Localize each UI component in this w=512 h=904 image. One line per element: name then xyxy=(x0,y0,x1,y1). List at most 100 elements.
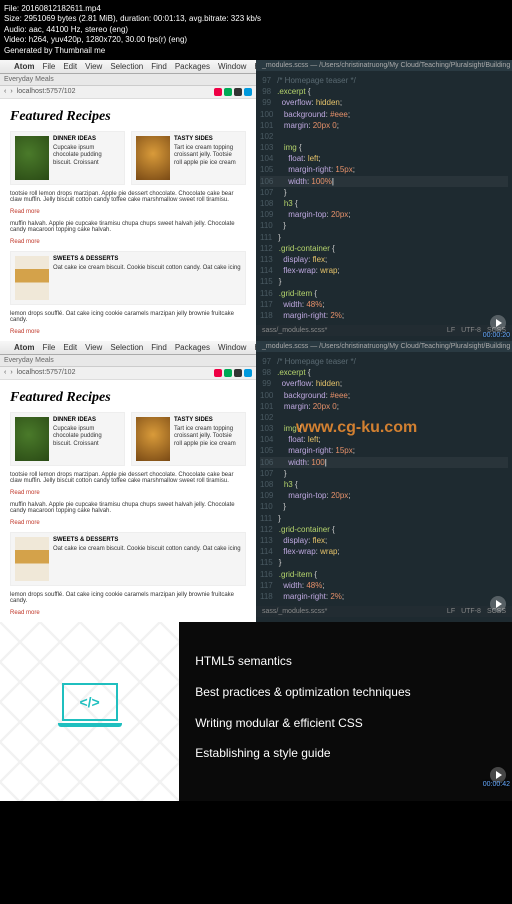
timestamp-overlay: 00:00:42 xyxy=(483,778,510,791)
screenshot-1: Atom File Edit View Selection Find Packa… xyxy=(0,60,512,341)
app-name[interactable]: Atom xyxy=(14,343,34,352)
menu-item[interactable]: Find xyxy=(151,62,167,71)
page-title: Featured Recipes xyxy=(10,390,246,406)
read-more-link[interactable]: Read more xyxy=(10,239,40,245)
browser-tabs[interactable]: Everyday Meals xyxy=(0,74,256,86)
address-bar[interactable]: ‹ › localhost:5757/102 xyxy=(0,367,256,380)
timestamp-overlay: 00:00:20 xyxy=(483,332,510,339)
card-overflow: tootsie roll lemon drops marzipan. Apple… xyxy=(10,191,246,203)
bullet: Writing modular & efficient CSS xyxy=(195,712,496,735)
nav-fwd-icon[interactable]: › xyxy=(10,369,12,376)
recipe-thumb xyxy=(136,136,170,180)
tab[interactable]: Everyday Meals xyxy=(4,76,54,83)
mac-menu-bar[interactable]: Atom File Edit View Selection Find Packa… xyxy=(0,341,256,355)
ext-icon[interactable] xyxy=(244,369,252,377)
page-content: Featured Recipes DINNER IDEAS Cupcake ip… xyxy=(0,380,256,622)
menu-item[interactable]: Packages xyxy=(175,62,210,71)
bullet: HTML5 semantics xyxy=(195,650,496,673)
menu-item[interactable]: File xyxy=(42,343,55,352)
menu-item[interactable]: Edit xyxy=(63,343,77,352)
page-title: Featured Recipes xyxy=(10,109,246,125)
recipe-grid: DINNER IDEAS Cupcake ipsum chocolate pud… xyxy=(10,131,246,335)
card-text: Tart ice cream topping croissant jelly. … xyxy=(174,426,241,448)
mac-menu-bar[interactable]: Atom File Edit View Selection Find Packa… xyxy=(0,60,256,74)
ext-icon[interactable] xyxy=(224,369,232,377)
card-title: SWEETS & DESSERTS xyxy=(53,537,241,544)
read-more-link[interactable]: Read more xyxy=(10,520,40,526)
meta-line: Size: 2951069 bytes (2.81 MiB), duration… xyxy=(4,14,508,24)
meta-line: Video: h264, yuv420p, 1280x720, 30.00 fp… xyxy=(4,35,508,45)
menu-item[interactable]: Window xyxy=(218,62,246,71)
recipe-card[interactable]: TASTY SIDES Tart ice cream topping crois… xyxy=(131,412,246,466)
slide-bullets: HTML5 semantics Best practices & optimiz… xyxy=(179,622,512,801)
tab[interactable]: Everyday Meals xyxy=(4,357,54,364)
ext-icon[interactable] xyxy=(214,369,222,377)
menu-item[interactable]: Packages xyxy=(175,343,210,352)
code-editor[interactable]: _modules.scss — /Users/christinatruong/M… xyxy=(256,341,512,622)
read-more-link[interactable]: Read more xyxy=(10,329,40,335)
play-button[interactable] xyxy=(490,596,506,612)
menu-item[interactable]: Window xyxy=(218,343,246,352)
screenshot-2: Atom File Edit View Selection Find Packa… xyxy=(0,341,512,622)
recipe-thumb xyxy=(15,417,49,461)
nav-fwd-icon[interactable]: › xyxy=(10,88,12,95)
ext-icon[interactable] xyxy=(214,88,222,96)
card-title: DINNER IDEAS xyxy=(53,417,120,424)
editor-file-tab[interactable]: _modules.scss — /Users/christinatruong/M… xyxy=(256,60,512,71)
card-title: TASTY SIDES xyxy=(174,136,241,143)
recipe-card[interactable]: DINNER IDEAS Cupcake ipsum chocolate pud… xyxy=(10,131,125,185)
recipe-thumb xyxy=(15,136,49,180)
recipe-card[interactable]: SWEETS & DESSERTS Oat cake ice cream bis… xyxy=(10,251,246,305)
ext-icon[interactable] xyxy=(234,88,242,96)
card-overflow: muffin halvah. Apple pie cupcake tiramis… xyxy=(10,502,246,514)
status-item: UTF-8 xyxy=(461,327,481,334)
read-more-link[interactable]: Read more xyxy=(10,490,40,496)
page-content: Featured Recipes DINNER IDEAS Cupcake ip… xyxy=(0,99,256,341)
menu-item[interactable]: Edit xyxy=(63,62,77,71)
editor-file-tab[interactable]: _modules.scss — /Users/christinatruong/M… xyxy=(256,341,512,352)
menu-item[interactable]: File xyxy=(42,62,55,71)
code-area[interactable]: 97/* Homepage teaser */ 98.excerpt { 99 … xyxy=(256,71,512,325)
url-text[interactable]: localhost:5757/102 xyxy=(17,88,76,95)
menu-item[interactable]: Selection xyxy=(110,62,143,71)
extension-icons[interactable] xyxy=(214,369,252,377)
meta-line: Audio: aac, 44100 Hz, stereo (eng) xyxy=(4,25,508,35)
status-filename: sass/_modules.scss* xyxy=(262,608,327,615)
nav-back-icon[interactable]: ‹ xyxy=(4,369,6,376)
app-name[interactable]: Atom xyxy=(14,62,34,71)
recipe-thumb xyxy=(136,417,170,461)
laptop-code-icon: </> xyxy=(58,683,122,731)
ext-icon[interactable] xyxy=(234,369,242,377)
url-text[interactable]: localhost:5757/102 xyxy=(17,369,76,376)
extension-icons[interactable] xyxy=(214,88,252,96)
recipe-card[interactable]: SWEETS & DESSERTS Oat cake ice cream bis… xyxy=(10,532,246,586)
menu-item[interactable]: View xyxy=(85,62,102,71)
address-bar[interactable]: ‹ › localhost:5757/102 xyxy=(0,86,256,99)
read-more-link[interactable]: Read more xyxy=(10,209,40,215)
nav-back-icon[interactable]: ‹ xyxy=(4,88,6,95)
menu-item[interactable]: Find xyxy=(151,343,167,352)
browser-tabs[interactable]: Everyday Meals xyxy=(0,355,256,367)
recipe-card[interactable]: DINNER IDEAS Cupcake ipsum chocolate pud… xyxy=(10,412,125,466)
bullet: Establishing a style guide xyxy=(195,742,496,765)
code-editor[interactable]: _modules.scss — /Users/christinatruong/M… xyxy=(256,60,512,341)
ext-icon[interactable] xyxy=(244,88,252,96)
ext-icon[interactable] xyxy=(224,88,232,96)
editor-status-bar: sass/_modules.scss* LF UTF-8 SCSS xyxy=(256,325,512,336)
card-text: Cupcake ipsum chocolate pudding biscuit.… xyxy=(53,426,120,448)
screenshot-3: </> HTML5 semantics Best practices & opt… xyxy=(0,622,512,801)
read-more-link[interactable]: Read more xyxy=(10,610,40,616)
status-item: UTF-8 xyxy=(461,608,481,615)
recipe-card[interactable]: TASTY SIDES Tart ice cream topping crois… xyxy=(131,131,246,185)
card-text: Cupcake ipsum chocolate pudding biscuit.… xyxy=(53,145,120,167)
file-metadata: File: 20160812182611.mp4 Size: 2951069 b… xyxy=(0,0,512,60)
menu-item[interactable]: View xyxy=(85,343,102,352)
play-button[interactable] xyxy=(490,315,506,331)
browser-pane: Atom File Edit View Selection Find Packa… xyxy=(0,60,256,341)
code-area[interactable]: www.cg-ku.com 97/* Homepage teaser */ 98… xyxy=(256,352,512,606)
menu-item[interactable]: Selection xyxy=(110,343,143,352)
card-overflow: tootsie roll lemon drops marzipan. Apple… xyxy=(10,472,246,484)
card-overflow: muffin halvah. Apple pie cupcake tiramis… xyxy=(10,221,246,233)
browser-pane: Atom File Edit View Selection Find Packa… xyxy=(0,341,256,622)
card-title: SWEETS & DESSERTS xyxy=(53,256,241,263)
